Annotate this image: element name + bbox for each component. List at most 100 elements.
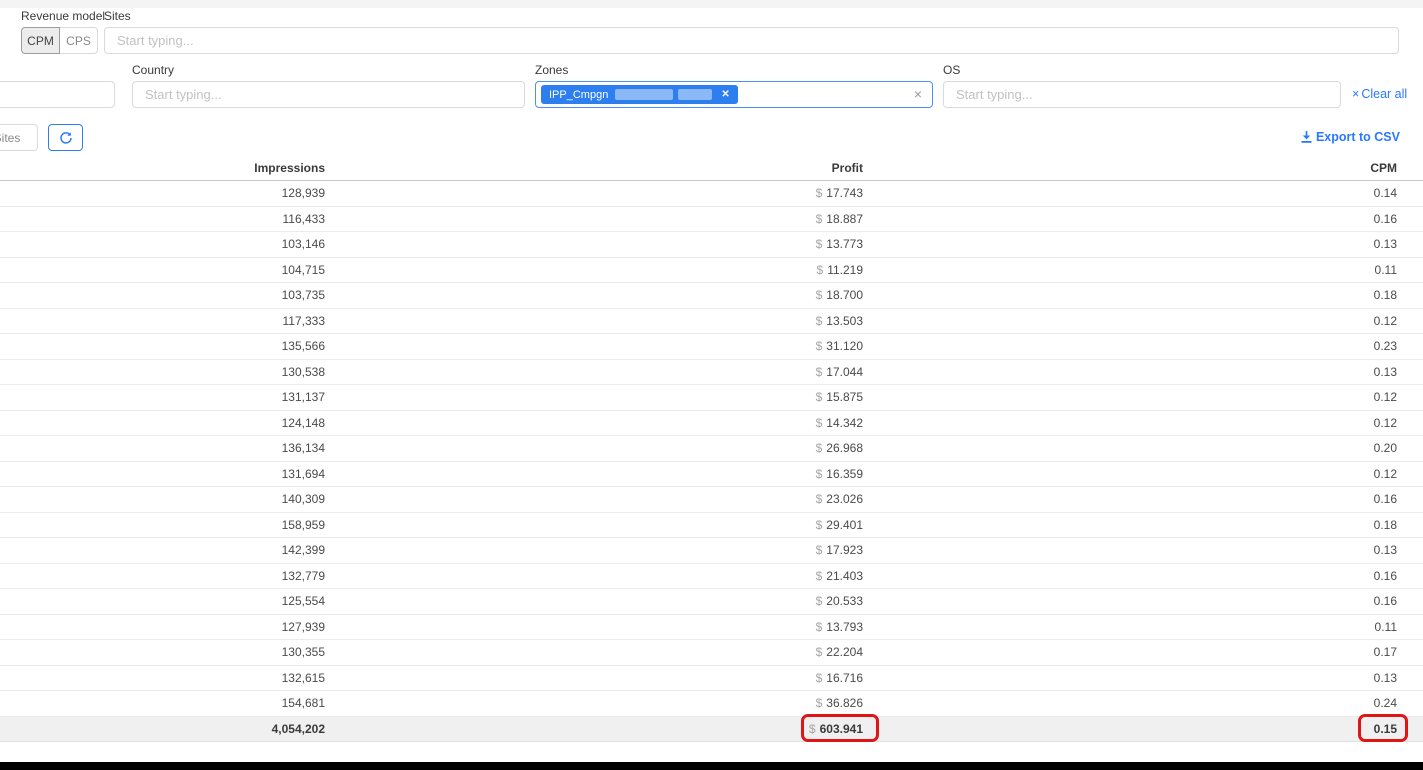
revenue-model-label: Revenue model	[21, 9, 105, 23]
zones-clear-icon[interactable]: ×	[914, 86, 922, 102]
top-background-strip	[0, 0, 1423, 8]
profit-cell: $21.403	[325, 569, 863, 583]
totals-impressions-cell: 4,054,202	[0, 722, 325, 736]
download-icon	[1301, 131, 1312, 143]
clear-all-link[interactable]: ×Clear all	[1352, 87, 1407, 101]
profit-value: 13.793	[826, 620, 863, 634]
impressions-cell: 128,939	[0, 186, 325, 200]
profit-cell: $16.716	[325, 671, 863, 685]
currency-symbol: $	[816, 645, 823, 659]
totals-profit-cell: $603.941	[325, 722, 863, 736]
impressions-cell: 154,681	[0, 696, 325, 710]
sites-label: Sites	[104, 9, 131, 23]
export-to-csv-link[interactable]: Export to CSV	[1301, 130, 1400, 144]
zone-tag-label: IPP_Cmpgn	[549, 89, 608, 101]
impressions-cell: 127,939	[0, 620, 325, 634]
clear-all-label: Clear all	[1361, 87, 1407, 101]
profit-value: 21.403	[826, 569, 863, 583]
profit-cell: $13.793	[325, 620, 863, 634]
profit-value: 26.968	[826, 441, 863, 455]
country-input[interactable]	[132, 81, 525, 108]
table-row: 142,399 $17.923 0.13	[0, 538, 1423, 564]
impressions-cell: 117,333	[0, 314, 325, 328]
profit-cell: $17.743	[325, 186, 863, 200]
profit-cell: $29.401	[325, 518, 863, 532]
currency-symbol: $	[816, 339, 823, 353]
impressions-cell: 142,399	[0, 543, 325, 557]
os-input[interactable]	[943, 81, 1341, 108]
zones-input[interactable]: IPP_Cmpgn ✕ ×	[535, 81, 933, 108]
table-row: 136,134 $26.968 0.20	[0, 436, 1423, 462]
impressions-cell: 158,959	[0, 518, 325, 532]
redacted-text-block	[615, 89, 673, 100]
cpm-cell: 0.12	[863, 416, 1397, 430]
impressions-cell: 125,554	[0, 594, 325, 608]
revenue-model-cpm-button[interactable]: CPM	[21, 27, 60, 54]
profit-value: 29.401	[826, 518, 863, 532]
currency-symbol: $	[816, 390, 823, 404]
revenue-model-cps-button[interactable]: CPS	[59, 27, 98, 54]
impressions-cell: 132,779	[0, 569, 325, 583]
export-label: Export to CSV	[1316, 130, 1400, 144]
cpm-cell: 0.13	[863, 237, 1397, 251]
totals-profit-value: 603.941	[820, 722, 863, 736]
impressions-cell: 124,148	[0, 416, 325, 430]
cpm-cell: 0.16	[863, 594, 1397, 608]
profit-value: 23.026	[826, 492, 863, 506]
column-header-profit[interactable]: Profit	[325, 161, 863, 175]
profit-value: 20.533	[826, 594, 863, 608]
table-row: 135,566 $31.120 0.23	[0, 334, 1423, 360]
cpm-cell: 0.12	[863, 314, 1397, 328]
table-row: 104,715 $11.219 0.11	[0, 258, 1423, 284]
cpm-cell: 0.13	[863, 671, 1397, 685]
impressions-cell: 131,137	[0, 390, 325, 404]
table-row: 127,939 $13.793 0.11	[0, 615, 1423, 641]
impressions-cell: 131,694	[0, 467, 325, 481]
column-header-impressions[interactable]: Impressions	[0, 161, 325, 175]
table-row: 154,681 $36.826 0.24	[0, 691, 1423, 717]
sites-button[interactable]: Sites	[0, 124, 38, 151]
clear-all-x-icon: ×	[1352, 87, 1359, 101]
impressions-cell: 103,735	[0, 288, 325, 302]
cpm-cell: 0.24	[863, 696, 1397, 710]
currency-symbol: $	[816, 441, 823, 455]
cpm-cell: 0.12	[863, 390, 1397, 404]
currency-symbol: $	[816, 696, 823, 710]
profit-value: 11.219	[827, 263, 863, 277]
impressions-cell: 103,146	[0, 237, 325, 251]
cpm-cell: 0.18	[863, 288, 1397, 302]
currency-symbol: $	[816, 288, 823, 302]
profit-value: 13.503	[826, 314, 863, 328]
cpm-cell: 0.16	[863, 212, 1397, 226]
table-row: 130,538 $17.044 0.13	[0, 360, 1423, 386]
profit-cell: $31.120	[325, 339, 863, 353]
profit-cell: $26.968	[325, 441, 863, 455]
profit-cell: $17.044	[325, 365, 863, 379]
currency-symbol: $	[816, 212, 823, 226]
zone-tag-remove-icon[interactable]: ✕	[721, 89, 729, 100]
sites-input[interactable]	[104, 27, 1399, 54]
profit-cell: $16.359	[325, 467, 863, 481]
profit-value: 16.716	[826, 671, 863, 685]
cpm-cell: 0.17	[863, 645, 1397, 659]
table-row: 125,554 $20.533 0.16	[0, 589, 1423, 615]
cpm-cell: 0.20	[863, 441, 1397, 455]
impressions-cell: 116,433	[0, 212, 325, 226]
bottom-black-bar	[0, 762, 1423, 770]
cpm-cell: 0.11	[863, 263, 1397, 277]
refresh-button[interactable]	[48, 124, 83, 151]
table-row: 116,433 $18.887 0.16	[0, 207, 1423, 233]
revenue-model-toggle: CPM CPS	[21, 27, 98, 54]
profit-value: 16.359	[826, 467, 863, 481]
impressions-cell: 132,615	[0, 671, 325, 685]
table-row: 128,939 $17.743 0.14	[0, 181, 1423, 207]
profit-cell: $36.826	[325, 696, 863, 710]
cutoff-left-input[interactable]	[0, 81, 115, 108]
cpm-cell: 0.11	[863, 620, 1397, 634]
impressions-cell: 104,715	[0, 263, 325, 277]
table-row: 131,137 $15.875 0.12	[0, 385, 1423, 411]
column-header-cpm[interactable]: CPM	[863, 161, 1397, 175]
profit-cell: $15.875	[325, 390, 863, 404]
cpm-cell: 0.12	[863, 467, 1397, 481]
profit-cell: $14.342	[325, 416, 863, 430]
